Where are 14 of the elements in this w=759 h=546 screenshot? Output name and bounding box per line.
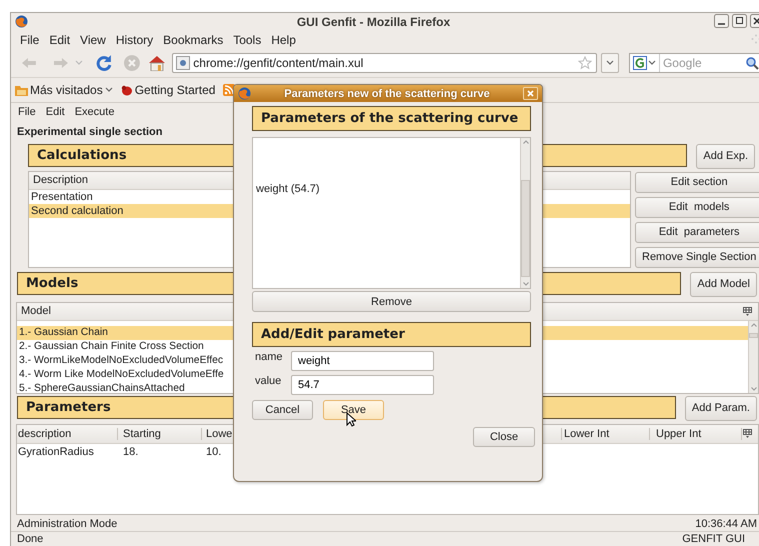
window-title: GUI Genfit - Mozilla Firefox — [296, 14, 450, 28]
field-label: value — [254, 375, 282, 387]
table-cell: GyrationRadius — [18, 446, 94, 458]
table-cell: 18. — [123, 446, 138, 458]
section-title: Experimental single section — [16, 124, 164, 140]
status-text: Done — [17, 533, 44, 545]
mode-label: Administration Mode — [17, 518, 118, 530]
field-label: name — [254, 351, 284, 363]
time-label: 10:36:44 AM — [695, 518, 757, 530]
section-header: Add/Edit parameter — [252, 322, 531, 347]
dialog-title: Parameters new of the scattering curve — [283, 88, 491, 100]
section-header: Parameters of the scattering curve — [252, 106, 531, 131]
app-name: GENFIT GUI — [682, 533, 745, 545]
table-cell: 10. — [206, 446, 222, 458]
